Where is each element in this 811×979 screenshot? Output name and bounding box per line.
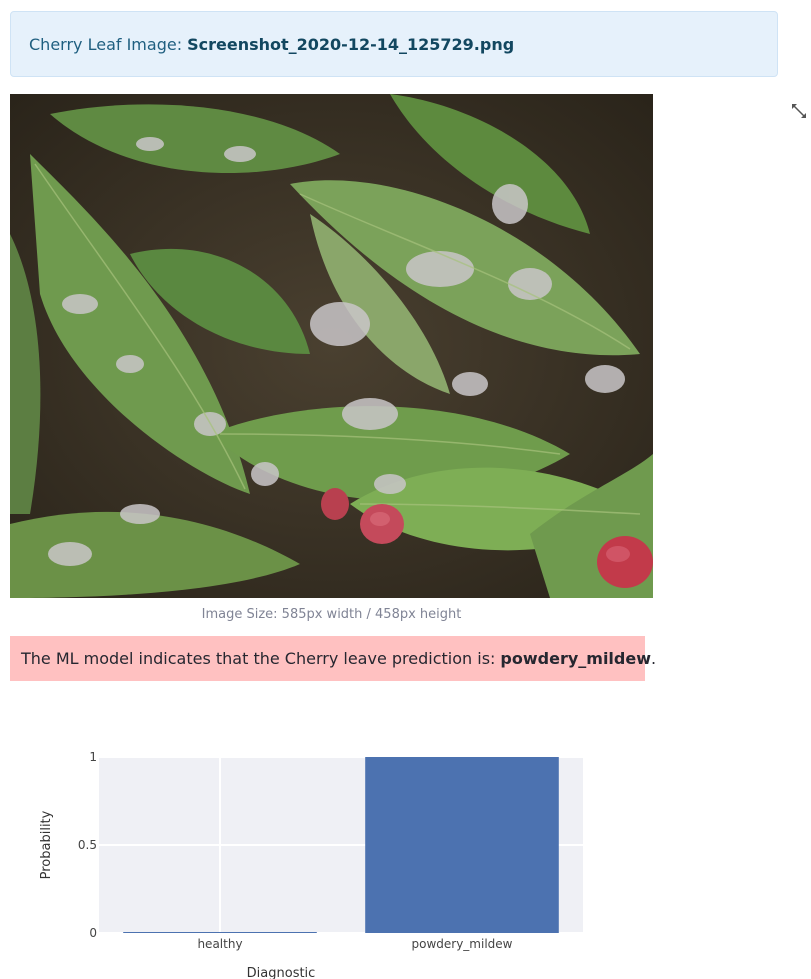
probability-bar-chart: 0 0.5 1 healthy powdery_mildew Probability … [0,735,620,979]
image-caption: Image Size: 585px width / 458px height [201,607,462,622]
fullscreen-expand-icon[interactable] [789,101,809,121]
bar-healthy[interactable] [123,932,317,933]
bar-powdery_mildew[interactable] [365,757,559,933]
y-tick-label: 1 [89,750,97,764]
y-axis-label: Probability [39,810,54,879]
y-tick-labels: 00.51 [78,750,97,940]
prediction-value: powdery_mildew [500,649,651,668]
x-tick-labels: healthy powdery_mildew [197,937,512,951]
image-info-box: Cherry Leaf Image: Screenshot_2020-12-14… [10,11,778,77]
prediction-suffix: . [651,649,657,668]
y-tick-label: 0.5 [78,838,97,852]
image-filename: Screenshot_2020-12-14_125729.png [187,34,515,54]
x-tick-label: healthy [197,937,242,951]
x-tick-label: powdery_mildew [412,937,513,951]
prediction-alert: The ML model indicates that the Cherry l… [10,636,656,681]
chart-svg: 00.51 healthy powdery_mildew Probability … [39,750,583,979]
y-tick-label: 0 [89,926,97,940]
cherry-leaf-image [10,94,653,598]
image-label: Cherry Leaf Image: [29,34,183,54]
prediction-text: The ML model indicates that the Cherry l… [21,649,496,668]
x-axis-label: Diagnostic [247,966,316,979]
